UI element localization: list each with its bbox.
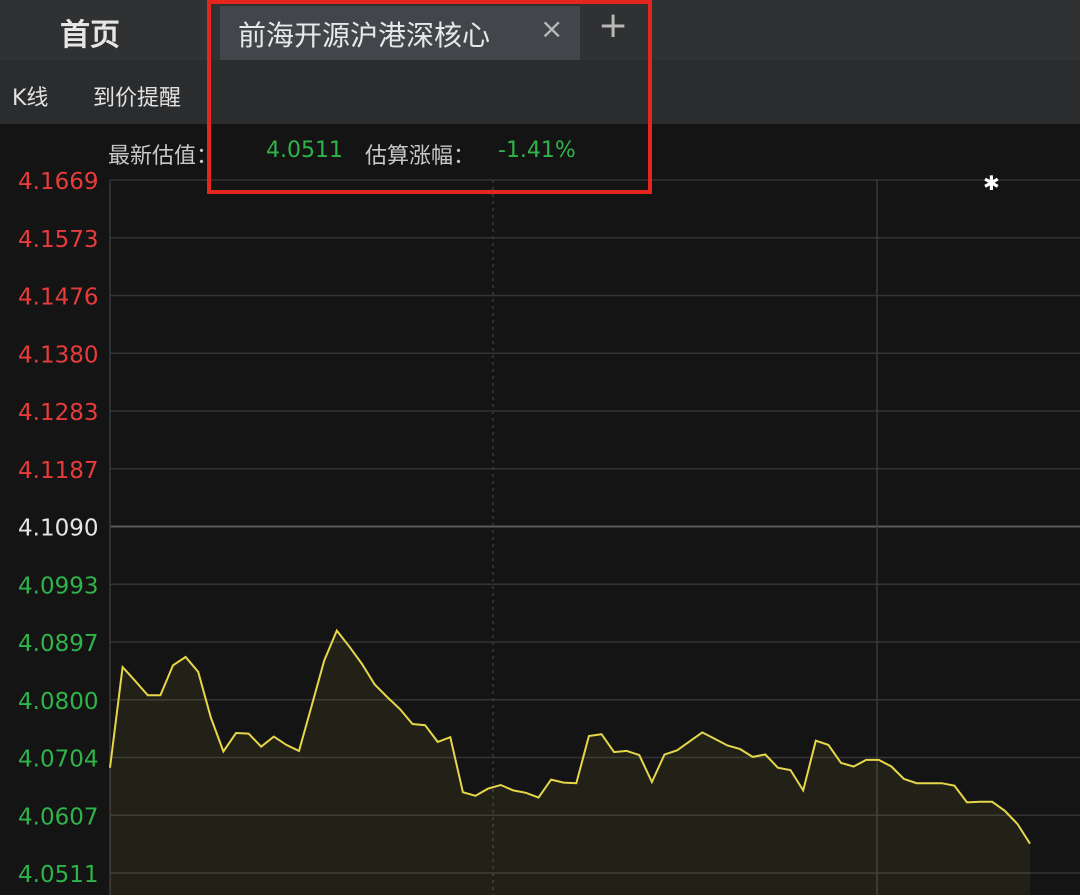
price-area-fill xyxy=(110,630,1030,895)
y-tick-label: 4.1380 xyxy=(18,342,98,368)
y-tick-label: 4.1187 xyxy=(18,458,98,484)
tab-home[interactable]: 首页 xyxy=(60,10,120,54)
highlight-annotation-box xyxy=(207,0,652,194)
y-tick-label: 4.0993 xyxy=(18,573,98,599)
y-tick-label: 4.0800 xyxy=(18,689,98,715)
y-tick-label: 4.1573 xyxy=(18,227,98,253)
y-tick-label: 4.0511 xyxy=(18,862,98,888)
sparkle-icon: ✱ xyxy=(983,171,1000,195)
y-tick-label: 4.1476 xyxy=(18,285,98,311)
y-tick-label: 4.1669 xyxy=(18,169,98,195)
y-tick-label: 4.0607 xyxy=(18,804,98,830)
intraday-chart[interactable]: 4.1669 4.1573 4.1476 4.1380 4.1283 4.1187 4.10… xyxy=(0,124,1080,895)
y-tick-label: 4.1283 xyxy=(18,400,98,426)
kline-button[interactable]: K线 xyxy=(12,80,48,112)
y-tick-label: 4.0897 xyxy=(18,631,98,657)
y-tick-label: 4.1090 xyxy=(18,516,98,542)
y-tick-label: 4.0704 xyxy=(18,747,98,773)
price-alert-button[interactable]: 到价提醒 xyxy=(93,80,181,112)
